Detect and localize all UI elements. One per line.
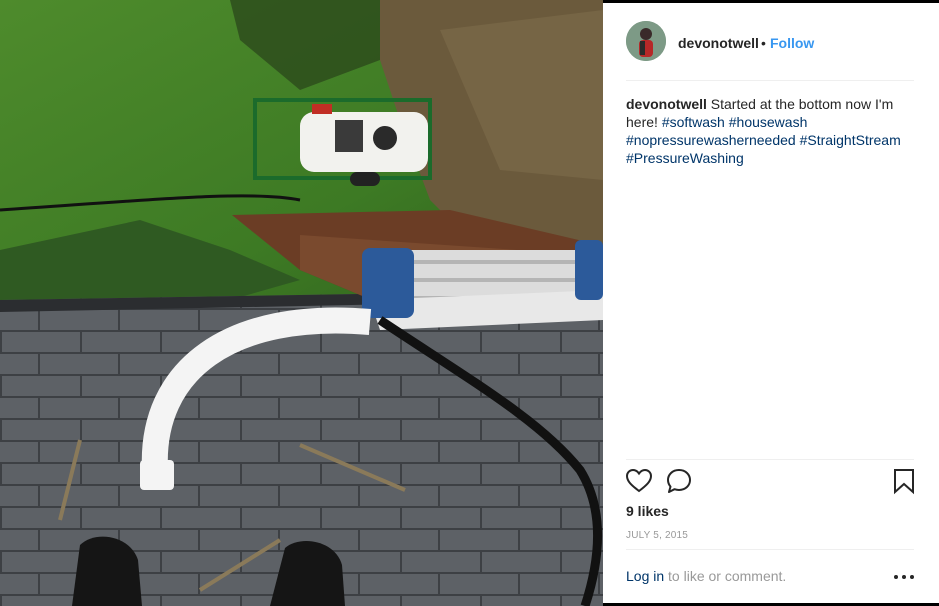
post-side-panel: devonotwell • Follow devonotwell Started…: [603, 3, 939, 603]
bookmark-icon[interactable]: [890, 467, 918, 495]
login-suffix: to like or comment.: [668, 568, 787, 584]
more-options-icon[interactable]: [892, 570, 916, 584]
hashtag-straightstream[interactable]: #StraightStream: [800, 132, 901, 148]
post-header: devonotwell • Follow: [603, 3, 939, 81]
post-actions: [603, 467, 939, 503]
separator-dot: •: [761, 35, 766, 51]
heart-icon[interactable]: [625, 467, 653, 495]
caption-username[interactable]: devonotwell: [626, 96, 707, 112]
hashtag-housewash[interactable]: #housewash: [729, 114, 808, 130]
actions-divider: [626, 459, 914, 460]
login-link[interactable]: Log in: [626, 568, 664, 584]
header-username[interactable]: devonotwell: [678, 35, 759, 51]
instagram-post: devonotwell • Follow devonotwell Started…: [0, 0, 939, 606]
hashtag-pressurewashing[interactable]: #PressureWashing: [626, 150, 744, 166]
follow-button[interactable]: Follow: [770, 35, 814, 51]
hashtag-nopressurewasherneeded[interactable]: #nopressurewasherneeded: [626, 132, 796, 148]
post-caption: devonotwell Started at the bottom now I'…: [626, 95, 916, 167]
post-date: JULY 5, 2015: [626, 530, 689, 541]
avatar[interactable]: [626, 21, 666, 61]
header-divider: [626, 80, 914, 81]
hashtag-softwash[interactable]: #softwash: [662, 114, 725, 130]
likes-count[interactable]: 9 likes: [626, 503, 669, 519]
profile-photo: [626, 21, 666, 61]
post-photo[interactable]: [0, 0, 603, 606]
comment-icon[interactable]: [665, 467, 693, 495]
rooftop-photo: [0, 0, 603, 606]
footer-divider: [626, 549, 914, 550]
login-prompt: Log in to like or comment.: [626, 568, 786, 584]
